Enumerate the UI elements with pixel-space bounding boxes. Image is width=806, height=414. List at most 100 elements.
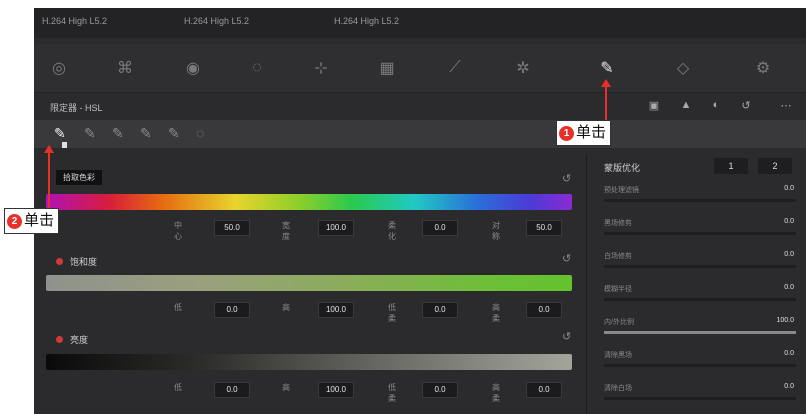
field-label: 高柔: [492, 383, 500, 403]
qualifier-icon[interactable]: ◉: [176, 52, 210, 84]
invert-icon[interactable]: ◐: [708, 99, 724, 115]
color-page: H.264 High L5.2 H.264 High L5.2 H.264 Hi…: [34, 8, 806, 414]
clip-tab-3[interactable]: H.264 High L5.2: [334, 16, 399, 26]
highlight-icon[interactable]: ▲: [678, 99, 694, 115]
slider-value[interactable]: 0.0: [784, 251, 794, 258]
sizing-icon[interactable]: ✲: [506, 52, 540, 84]
hue-width-field[interactable]: 100.0: [318, 220, 354, 236]
slider-track[interactable]: [604, 232, 796, 235]
callout-2: 2 单击: [4, 208, 60, 234]
menu-icon[interactable]: ⋯: [778, 99, 794, 115]
slider-value[interactable]: 0.0: [784, 350, 794, 357]
field-label: 柔化: [388, 221, 396, 241]
picker-eyedropper-icon[interactable]: ✎: [54, 125, 66, 142]
slider-label: 清除黑场: [604, 352, 632, 359]
slider-track[interactable]: [604, 397, 796, 400]
matte-slider[interactable]: 清除黑场 0.0: [604, 349, 796, 373]
lum-high-field[interactable]: 100.0: [318, 382, 354, 398]
hue-sym-field[interactable]: 50.0: [526, 220, 562, 236]
lum-label: 亮度: [70, 335, 89, 345]
key-icon[interactable]: ⟋: [438, 52, 472, 84]
settings-icon[interactable]: ⚙: [746, 52, 780, 84]
picker-minus-icon[interactable]: ✎: [84, 125, 96, 142]
callout-1: 1 单击: [556, 120, 612, 146]
field-label: 高: [282, 383, 290, 392]
reset-icon[interactable]: ↺: [738, 99, 754, 115]
sat-high-field[interactable]: 100.0: [318, 302, 354, 318]
slider-label: 模糊半径: [604, 286, 632, 293]
picker-mode-icon[interactable]: ▣: [646, 99, 662, 115]
sat-highsoft-field[interactable]: 0.0: [526, 302, 562, 318]
sat-label: 饱和度: [70, 257, 98, 267]
sat-reset-icon[interactable]: ↺: [562, 252, 571, 265]
clip-tab-2[interactable]: H.264 High L5.2: [184, 16, 249, 26]
hue-reset-icon[interactable]: ↺: [562, 172, 571, 185]
hsl-panel: 拾取色彩 ↺ 中心 50.0 宽度 100.0 柔化 0.0 对称 50.0 饱…: [34, 154, 586, 414]
slider-value[interactable]: 100.0: [776, 317, 794, 324]
lum-low-field[interactable]: 0.0: [214, 382, 250, 398]
panel-divider: [586, 154, 587, 414]
slider-label: 内/外比例: [604, 319, 634, 326]
matte-slider[interactable]: 模糊半径 0.0: [604, 283, 796, 307]
matte-slider[interactable]: 白场修剪 0.0: [604, 250, 796, 274]
callout-1-text: 单击: [576, 124, 607, 141]
slider-value[interactable]: 0.0: [784, 284, 794, 291]
matte-finesse-title: 蒙版优化: [604, 163, 641, 173]
hue-gradient[interactable]: [46, 194, 572, 210]
callout-2-badge: 2: [7, 213, 22, 229]
field-label: 高: [282, 303, 290, 312]
slider-label: 白场修剪: [604, 253, 632, 260]
callout-1-arrow: [605, 86, 607, 120]
slider-value[interactable]: 0.0: [784, 185, 794, 192]
clip-tab-1[interactable]: H.264 High L5.2: [42, 16, 107, 26]
window-icon[interactable]: ◌: [240, 52, 274, 84]
field-label: 高柔: [492, 303, 500, 323]
sat-lowsoft-field[interactable]: 0.0: [422, 302, 458, 318]
callout-1-arrowhead: [601, 79, 611, 87]
picker-plus-icon[interactable]: ✎: [112, 125, 124, 142]
softness-minus-icon[interactable]: ✎: [140, 125, 152, 142]
lum-gradient[interactable]: [46, 354, 572, 370]
slider-value[interactable]: 0.0: [784, 383, 794, 390]
slider-fill: [604, 331, 796, 334]
clip-tab-bar: H.264 High L5.2 H.264 High L5.2 H.264 Hi…: [34, 8, 806, 38]
field-label: 低: [174, 383, 182, 392]
matte-slider[interactable]: 黑场修剪 0.0: [604, 217, 796, 241]
field-label: 低柔: [388, 303, 396, 323]
matte-slider[interactable]: 内/外比例 100.0: [604, 316, 796, 340]
color-wheels-icon[interactable]: ◎: [42, 52, 76, 84]
panel-title: 限定器 - HSL: [50, 103, 103, 113]
3d-icon[interactable]: ◇: [666, 52, 700, 84]
tracker-icon[interactable]: ⊹: [304, 52, 338, 84]
invert-selection-icon[interactable]: ◌: [196, 125, 204, 141]
sat-low-field[interactable]: 0.0: [214, 302, 250, 318]
slider-track[interactable]: [604, 199, 796, 202]
slider-track[interactable]: [604, 331, 796, 334]
sat-enable-dot[interactable]: [56, 258, 63, 265]
matte-slider[interactable]: 清除白场 0.0: [604, 382, 796, 406]
lum-lowsoft-field[interactable]: 0.0: [422, 382, 458, 398]
callout-2-arrowhead: [44, 145, 54, 153]
field-label: 中心: [174, 221, 182, 241]
slider-track[interactable]: [604, 265, 796, 268]
curves-icon[interactable]: ⌘: [108, 52, 142, 84]
slider-label: 黑场修剪: [604, 220, 632, 227]
palette-toolbar: ◎ ⌘ ◉ ◌ ⊹ ▦ ⟋ ✲ ✎ ◇ ⚙: [34, 44, 806, 93]
slider-value[interactable]: 0.0: [784, 218, 794, 225]
slider-track[interactable]: [604, 298, 796, 301]
matte-page-1-button[interactable]: 1: [714, 158, 748, 174]
sat-gradient[interactable]: [46, 275, 572, 291]
matte-page-2-button[interactable]: 2: [758, 158, 792, 174]
lum-enable-dot[interactable]: [56, 336, 63, 343]
hue-soft-field[interactable]: 0.0: [422, 220, 458, 236]
tooltip: 拾取色彩: [56, 170, 102, 185]
field-label: 对称: [492, 221, 500, 241]
blur-icon[interactable]: ▦: [370, 52, 404, 84]
lum-reset-icon[interactable]: ↺: [562, 330, 571, 343]
slider-track[interactable]: [604, 364, 796, 367]
lum-highsoft-field[interactable]: 0.0: [526, 382, 562, 398]
matte-slider[interactable]: 预处理滤镜 0.0: [604, 184, 796, 208]
softness-plus-icon[interactable]: ✎: [168, 125, 180, 142]
mouse-cursor: [62, 142, 67, 148]
hue-center-field[interactable]: 50.0: [214, 220, 250, 236]
